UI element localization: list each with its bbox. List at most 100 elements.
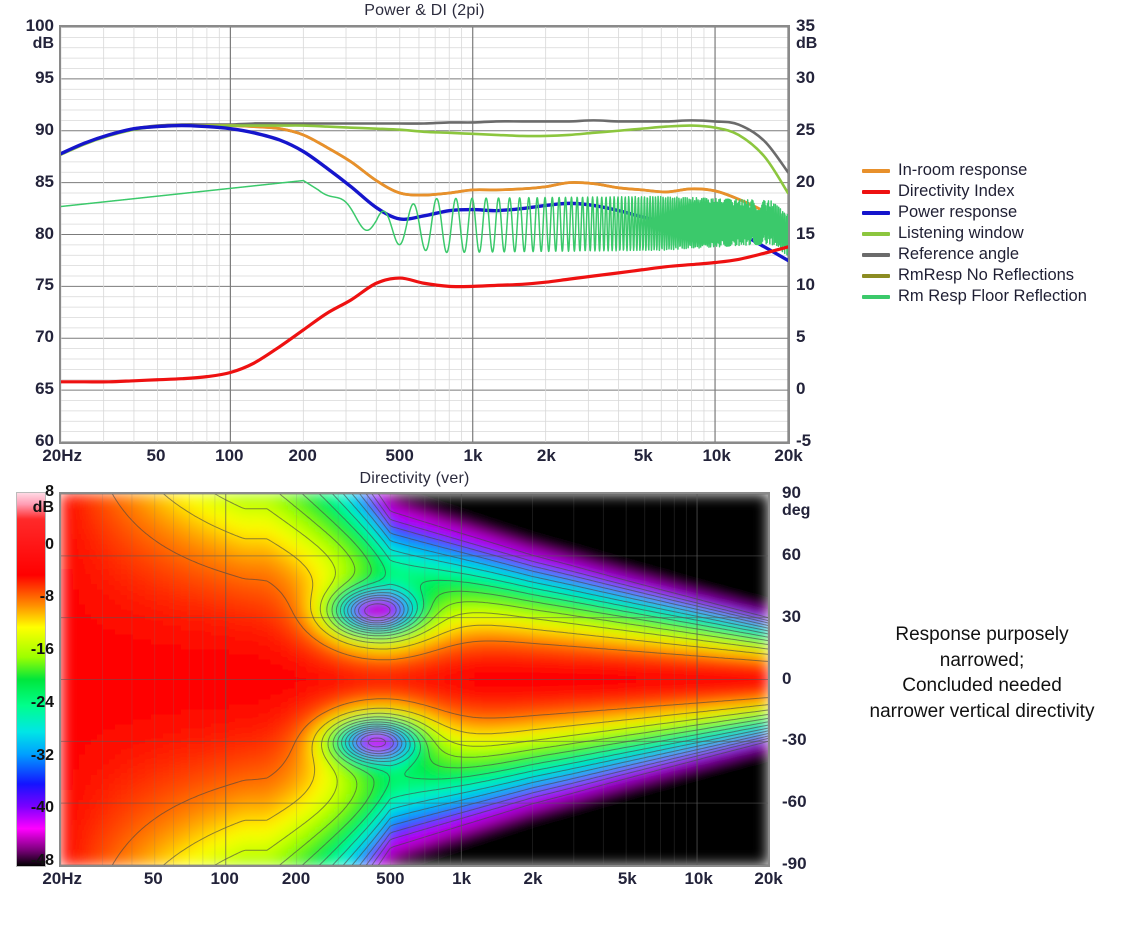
top-y-left-tick-value: 90 xyxy=(35,119,54,139)
top-y-right-tick: 5 xyxy=(796,327,842,347)
top-y-left-tick: 85 xyxy=(8,172,54,192)
top-x-tick: 1k xyxy=(463,446,483,465)
legend-item-label: Reference angle xyxy=(898,245,1020,263)
directivity-x-tick: 200 xyxy=(281,869,311,888)
top-x-tick: 100 xyxy=(215,446,244,465)
legend-item-5[interactable]: RmResp No Reflections xyxy=(862,265,1130,286)
top-y-left-tick-value: 75 xyxy=(35,275,54,295)
directivity-svg xyxy=(61,494,768,865)
top-y-right-tick: 15 xyxy=(796,224,842,244)
directivity-x-tick: 100 xyxy=(210,869,239,888)
legend-color-swatch-icon xyxy=(862,252,890,257)
top-x-tick: 20Hz xyxy=(42,446,83,465)
top-y-left-tick: 80 xyxy=(8,224,54,244)
top-x-tick: 50 xyxy=(146,446,166,465)
top-y-left-tick: 90 xyxy=(8,120,54,140)
directivity-y-axis-right: 90 deg 60 30 0 -30 -60 -90 xyxy=(776,483,836,873)
colorbar-tick-value: -24 xyxy=(30,693,54,711)
legend-item-6[interactable]: Rm Resp Floor Reflection xyxy=(862,286,1130,307)
legend-item-4[interactable]: Reference angle xyxy=(862,244,1130,265)
directivity-y-tick-value: 0 xyxy=(782,668,792,688)
annotation-line-3: Concluded needed xyxy=(902,675,1062,697)
colorbar-tick: -40 xyxy=(31,800,54,816)
top-y-left-tick: 70 xyxy=(8,327,54,347)
legend-item-1[interactable]: Directivity Index xyxy=(862,181,1130,202)
directivity-y-tick: 30 xyxy=(782,607,828,627)
top-chart-y-axis-left: 100 dB 95 90 85 80 75 70 65 60 xyxy=(2,16,54,450)
legend-item-label: RmResp No Reflections xyxy=(898,266,1075,284)
directivity-plot-area xyxy=(59,492,770,867)
legend-item-3[interactable]: Listening window xyxy=(862,223,1130,244)
top-y-right-unit: dB xyxy=(796,35,818,52)
directivity-x-tick: 2k xyxy=(523,869,543,888)
top-y-left-tick-value: 100 xyxy=(25,16,54,35)
top-y-left-tick-value: 95 xyxy=(35,67,54,87)
top-x-tick: 2k xyxy=(536,446,556,465)
top-y-right-tick-value: 25 xyxy=(796,119,815,139)
colorbar-tick: -16 xyxy=(31,642,54,658)
top-x-tick: 10k xyxy=(702,446,731,465)
annotation-note: Response purposely narrowed; Concluded n… xyxy=(836,622,1128,725)
chart-legend: In-room response Directivity Index Power r… xyxy=(862,160,1130,307)
legend-item-2[interactable]: Power response xyxy=(862,202,1130,223)
directivity-x-tick: 50 xyxy=(143,869,163,888)
directivity-y-tick: -30 xyxy=(782,730,828,750)
legend-item-0[interactable]: In-room response xyxy=(862,160,1130,181)
top-y-left-unit: dB xyxy=(32,35,54,52)
directivity-y-tick: 0 xyxy=(782,669,828,689)
colorbar-tick: 8 dB xyxy=(32,483,54,516)
directivity-y-tick-value: 90 xyxy=(782,483,801,502)
top-chart-x-axis: 20Hz 50 100 200 500 1k 2k 5k 10k 20k xyxy=(0,446,860,468)
top-y-left-tick-value: 70 xyxy=(35,327,54,347)
legend-color-swatch-icon xyxy=(862,210,890,215)
top-y-right-tick-value: 0 xyxy=(796,379,806,399)
top-y-left-tick-value: 80 xyxy=(35,223,54,243)
directivity-y-tick-value: -60 xyxy=(782,792,807,812)
annotation-line-4: narrower vertical directivity xyxy=(869,700,1095,722)
top-y-right-tick-value: 5 xyxy=(796,327,806,347)
top-x-tick: 500 xyxy=(385,446,414,465)
directivity-x-tick: 20k xyxy=(754,869,783,888)
annotation-line-1: Response purposely xyxy=(895,624,1069,645)
colorbar-tick-value: -8 xyxy=(39,588,54,606)
directivity-x-tick: 10k xyxy=(684,869,713,888)
top-y-right-tick: 30 xyxy=(796,68,842,88)
legend-color-swatch-icon xyxy=(862,231,890,236)
colorbar-tick-value: 0 xyxy=(45,535,54,553)
top-chart-series xyxy=(61,119,788,384)
directivity-y-tick: 90 deg xyxy=(782,483,828,519)
directivity-y-tick: 60 xyxy=(782,545,828,565)
directivity-y-tick-value: 60 xyxy=(782,544,801,564)
directivity-y-tick-value: 30 xyxy=(782,606,801,626)
top-y-left-tick: 65 xyxy=(8,379,54,399)
top-y-right-tick: 0 xyxy=(796,379,842,399)
annotation-line-2: narrowed; xyxy=(939,649,1025,671)
colorbar-tick: -8 xyxy=(40,589,54,605)
colorbar-tick-value: 8 xyxy=(45,483,54,500)
top-x-tick: 200 xyxy=(288,446,317,465)
directivity-x-tick: 5k xyxy=(617,869,637,888)
legend-item-label: Rm Resp Floor Reflection xyxy=(898,287,1087,305)
top-x-tick: 20k xyxy=(774,446,803,465)
directivity-x-tick: 20Hz xyxy=(42,869,83,888)
top-y-left-tick-value: 85 xyxy=(35,171,54,191)
top-y-right-tick-value: 15 xyxy=(796,223,815,243)
directivity-vertical-chart: Directivity (ver) 8 dB 0 -8 -16 -24 -32 -40 -48 … xyxy=(0,466,860,939)
colorbar-tick-value: -48 xyxy=(30,852,54,869)
colorbar-tick: -24 xyxy=(30,693,54,711)
colorbar-tick-labels: 8 dB 0 -8 -16 -24 -32 -40 -48 xyxy=(0,484,56,875)
directivity-x-tick: 500 xyxy=(376,869,405,888)
legend-item-label: In-room response xyxy=(898,161,1028,179)
directivity-y-tick: -60 xyxy=(782,792,828,812)
top-y-right-tick-value: 10 xyxy=(796,275,815,295)
directivity-y-unit: deg xyxy=(782,502,811,519)
colorbar-tick: 0 xyxy=(45,535,54,553)
top-y-right-tick-value: 30 xyxy=(796,67,815,87)
legend-item-label: Directivity Index xyxy=(898,182,1015,200)
colorbar-unit: dB xyxy=(32,499,54,516)
legend-color-swatch-icon xyxy=(862,168,890,173)
top-y-right-tick: 10 xyxy=(796,275,842,295)
top-y-right-tick: 35 dB xyxy=(796,16,842,52)
legend-item-label: Listening window xyxy=(898,224,1024,242)
legend-color-swatch-icon xyxy=(862,189,890,194)
